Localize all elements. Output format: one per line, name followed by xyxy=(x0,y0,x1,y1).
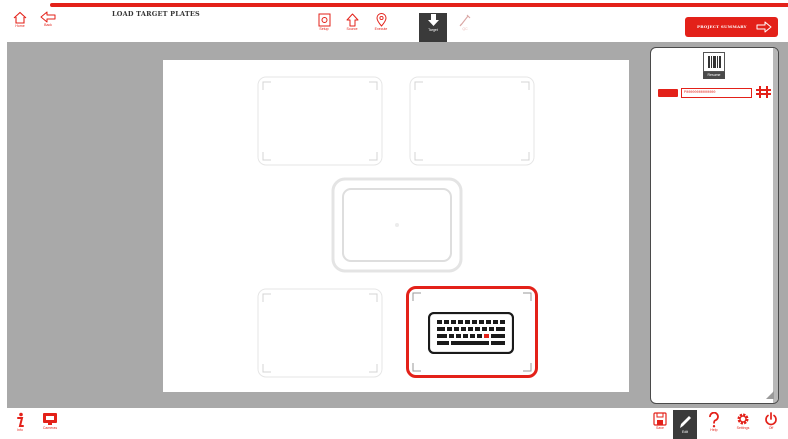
step-target[interactable]: Target xyxy=(419,13,447,42)
plate-outline xyxy=(257,76,383,166)
page-title: LOAD TARGET PLATES xyxy=(112,10,200,18)
save-icon xyxy=(653,412,667,426)
deck-position-top-left[interactable] xyxy=(257,76,383,166)
pencil-icon xyxy=(680,416,691,428)
plate-outline xyxy=(409,76,535,166)
help-button[interactable]: Help xyxy=(702,412,726,438)
back-arrow-icon xyxy=(40,11,56,23)
forward-arrow-icon xyxy=(756,21,772,33)
pipette-icon xyxy=(459,14,471,27)
step-execute-label: Execute xyxy=(374,27,388,31)
info-button[interactable]: Info xyxy=(8,412,32,438)
edit-button[interactable]: Edit xyxy=(673,410,697,439)
right-panel: Resume P00000000000000 xyxy=(645,42,788,408)
power-button[interactable]: Off xyxy=(759,412,783,438)
panel-scrollbar[interactable] xyxy=(773,48,778,403)
cameras-label: Cameras xyxy=(42,426,58,430)
save-button[interactable]: Save xyxy=(648,412,672,438)
top-accent-line xyxy=(50,3,788,7)
plate-outline xyxy=(331,177,463,273)
barcode-scanner-icon xyxy=(703,52,725,72)
settings-button[interactable]: Settings xyxy=(731,412,755,438)
back-label: Back xyxy=(44,23,52,27)
gear-icon xyxy=(737,413,749,425)
bottom-toolbar: Info Cameras Save Edit Help Settings Off xyxy=(0,408,788,439)
step-setup[interactable]: Setup xyxy=(310,13,338,41)
plate-outline xyxy=(257,288,383,378)
info-label: Info xyxy=(17,428,23,432)
power-icon xyxy=(765,412,777,426)
top-bar: Home Back LOAD TARGET PLATES Setup Sourc… xyxy=(0,0,788,42)
plate-rack-icon[interactable] xyxy=(756,85,772,99)
step-execute[interactable]: Execute xyxy=(367,13,395,41)
step-source[interactable]: Source xyxy=(338,13,366,41)
position-color-marker xyxy=(658,89,678,97)
barcode-field[interactable]: P00000000000000 xyxy=(681,88,752,98)
step-setup-label: Setup xyxy=(319,27,329,31)
settings-label: Settings xyxy=(736,426,750,430)
resume-label: Resume xyxy=(703,72,725,79)
help-icon xyxy=(709,412,719,428)
camera-icon xyxy=(43,413,57,425)
setup-icon xyxy=(318,13,330,27)
resize-corner-icon xyxy=(766,391,774,399)
step-qc-label: QC xyxy=(462,27,468,31)
info-icon xyxy=(17,412,24,427)
upload-arrow-icon xyxy=(346,13,358,27)
save-label: Save xyxy=(656,426,664,430)
location-pin-icon xyxy=(375,13,387,27)
home-label: Home xyxy=(15,24,25,28)
barcode-panel: Resume P00000000000000 xyxy=(650,47,779,404)
step-qc[interactable]: QC xyxy=(451,13,479,41)
back-button[interactable]: Back xyxy=(33,11,63,39)
edit-label: Edit xyxy=(681,430,689,434)
cameras-button[interactable]: Cameras xyxy=(38,412,62,438)
keyboard-icon[interactable] xyxy=(427,311,515,355)
step-source-label: Source xyxy=(346,27,358,31)
power-label: Off xyxy=(768,426,774,430)
home-button[interactable]: Home xyxy=(5,11,35,39)
project-summary-label: PROJECT SUMMARY xyxy=(697,24,747,29)
step-target-label: Target xyxy=(428,28,438,32)
download-arrow-icon xyxy=(427,14,439,26)
deck-position-center[interactable] xyxy=(331,177,463,273)
deck-position-bottom-left[interactable] xyxy=(257,288,383,378)
project-summary-button[interactable]: PROJECT SUMMARY xyxy=(685,17,778,37)
resume-button[interactable]: Resume xyxy=(703,52,725,82)
help-label: Help xyxy=(710,428,718,432)
deck-position-top-right[interactable] xyxy=(409,76,535,166)
home-icon xyxy=(13,11,27,24)
